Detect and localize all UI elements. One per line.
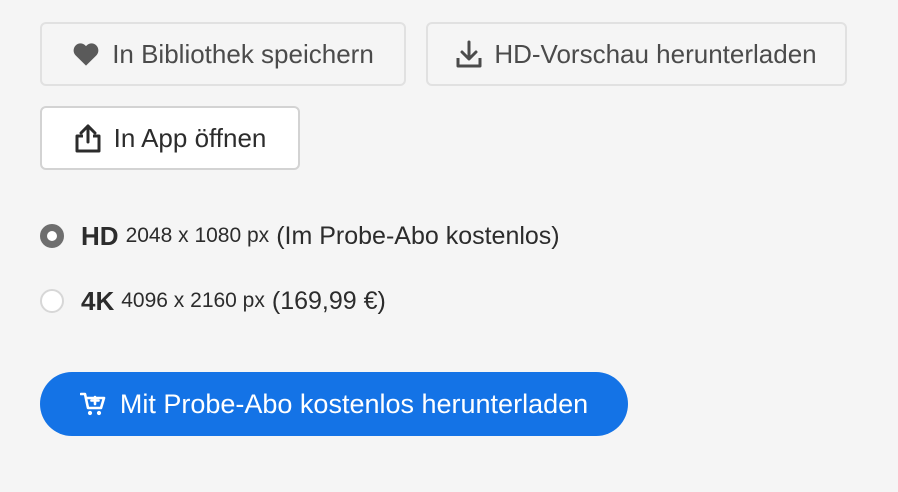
option-size: 2048 x 1080 px <box>125 224 270 247</box>
open-in-app-label: In App öffnen <box>113 122 267 153</box>
share-icon <box>74 123 102 153</box>
radio-hd[interactable] <box>40 224 64 248</box>
download-hd-preview-label: HD-Vorschau herunterladen <box>494 38 817 69</box>
save-to-library-label: In Bibliothek speichern <box>112 38 374 69</box>
download-hd-preview-button[interactable]: HD-Vorschau herunterladen <box>426 22 847 86</box>
download-with-trial-label: Mit Probe-Abo kostenlos herunterladen <box>119 388 589 419</box>
resolution-option-4k[interactable]: 4K 4096 x 2160 px (169,99 €) <box>40 281 386 321</box>
open-in-app-button[interactable]: In App öffnen <box>40 106 300 170</box>
option-name: HD <box>81 220 119 251</box>
cart-icon <box>79 391 106 417</box>
heart-icon <box>72 41 100 67</box>
license-panel: In Bibliothek speichern HD-Vorschau heru… <box>0 0 898 492</box>
radio-4k[interactable] <box>40 289 64 313</box>
option-size: 4096 x 2160 px <box>121 289 265 312</box>
option-note: (Im Probe-Abo kostenlos) <box>276 221 560 250</box>
download-icon <box>456 40 482 68</box>
download-with-trial-button[interactable]: Mit Probe-Abo kostenlos herunterladen <box>40 372 628 436</box>
option-name: 4K <box>81 285 115 316</box>
option-note: (169,99 €) <box>271 286 386 315</box>
save-to-library-button[interactable]: In Bibliothek speichern <box>40 22 406 86</box>
resolution-option-hd[interactable]: HD 2048 x 1080 px (Im Probe-Abo kostenlo… <box>40 216 560 256</box>
